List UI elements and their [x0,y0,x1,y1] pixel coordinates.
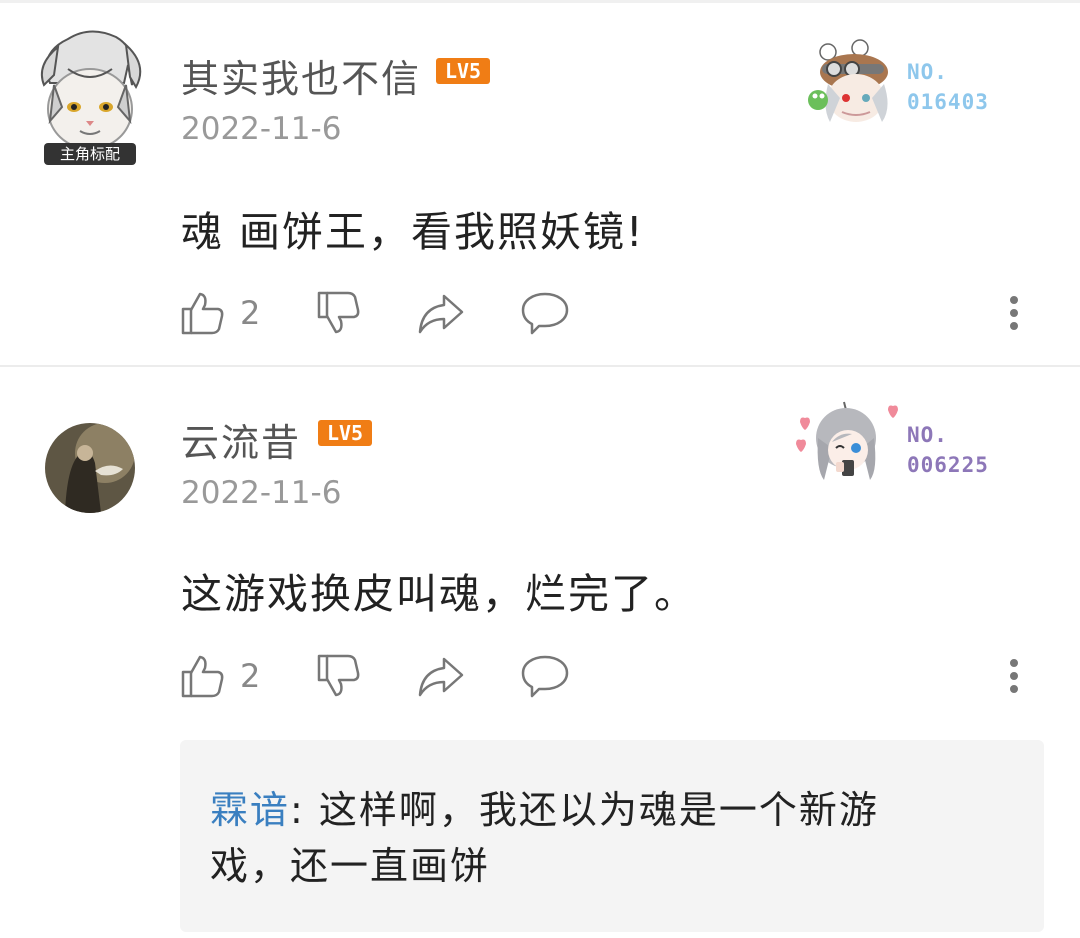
fan-badge-label: NO. [907,423,948,447]
like-icon [181,292,224,335]
like-count: 2 [240,294,261,332]
more-button[interactable] [1000,646,1028,706]
reply-button[interactable] [520,646,570,706]
level-badge: LV5 [436,58,490,84]
like-button[interactable]: 2 [180,646,260,706]
username[interactable]: 云流昔 [181,412,301,467]
level-badge: LV5 [318,420,372,446]
reply-preview[interactable]: 霖谙: 这样啊，我还以为魂是一个新游戏，还一直画饼 [180,740,1044,932]
reply-username[interactable]: 霖谙 [210,788,290,832]
avatar-badge-text: 主角标配 [60,145,120,163]
reply-separator: : [290,788,319,832]
more-icon [1010,296,1018,330]
comment-item: 云流昔 LV5 2022-11-6 NO. 006225 这游戏换皮叫魂，烂完了… [0,366,1080,938]
comment-item: 主角标配 其实我也不信 LV5 2022-11-6 NO. 016403 魂 画… [0,0,1080,365]
share-icon [418,657,464,697]
dislike-icon [317,291,360,334]
fan-badge-number: NO. 016403 [907,57,989,117]
fan-badge-value: 016403 [907,90,989,114]
comment-actions: 2 [0,283,1080,343]
share-icon [418,294,464,334]
comment-text: 魂 画饼王，看我照妖镜! [181,208,645,256]
reply-icon [521,655,569,698]
avatar[interactable]: 主角标配 [28,25,152,167]
dislike-button[interactable] [316,646,362,706]
comment-date: 2022-11-6 [181,111,342,147]
dislike-icon [317,654,360,697]
share-button[interactable] [416,646,466,706]
more-button[interactable] [1000,283,1028,343]
reply-button[interactable] [520,283,570,343]
share-button[interactable] [416,283,466,343]
dislike-button[interactable] [316,283,362,343]
comment-text: 这游戏换皮叫魂，烂完了。 [181,570,697,618]
comment-actions: 2 [0,646,1080,706]
fan-badge-image[interactable] [792,398,904,482]
like-icon [181,655,224,698]
comment-date: 2022-11-6 [181,475,342,511]
more-icon [1010,659,1018,693]
like-button[interactable]: 2 [180,283,260,343]
fan-badge-label: NO. [907,60,948,84]
avatar[interactable] [45,423,135,513]
reply-icon [521,292,569,335]
fan-badge-number: NO. 006225 [907,420,989,480]
like-count: 2 [240,657,261,695]
reply-text: 霖谙: 这样啊，我还以为魂是一个新游戏，还一直画饼 [210,782,930,894]
fan-badge-image[interactable] [806,38,898,124]
fan-badge-value: 006225 [907,453,989,477]
username[interactable]: 其实我也不信 [181,48,421,103]
